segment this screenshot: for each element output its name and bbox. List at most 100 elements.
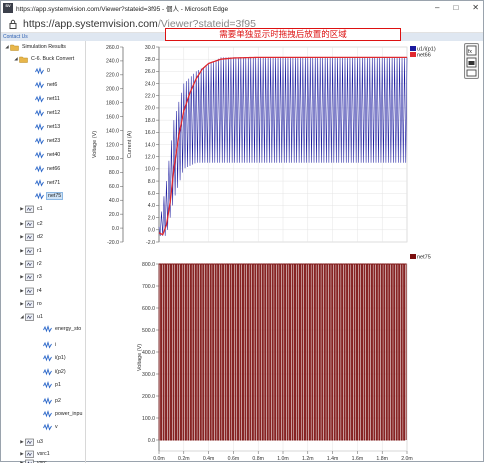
component-icon [25,247,34,255]
waveform-icon [35,123,44,131]
waveform-icon [35,137,44,145]
legend-label: net75 [417,255,431,261]
tree-signal-item[interactable]: i(p2) [37,366,66,377]
voltage-tick-label: 60.0 [109,184,119,190]
tree-component-item[interactable]: ▶r1 [19,245,42,256]
voltage-tick-label: 120.0 [106,142,119,148]
legend-swatch-darkred [410,254,416,259]
tree-net-item[interactable]: net13 [29,121,60,132]
voltage-axis-label: Voltage (V) [92,131,98,158]
tree-net-item[interactable]: net66 [29,163,60,174]
waveform-icon [43,397,52,405]
component-icon [25,273,34,281]
tree-signal-item[interactable]: p1 [37,379,61,390]
tree-root[interactable]: ◢Simulation Results [4,41,66,52]
legend-swatch-blue [410,46,416,51]
x-tick-label: 0.6m [228,456,240,462]
tree-component-item[interactable]: ▶r2 [19,258,42,269]
tree-item-label: i(p2) [55,369,66,375]
tree-item-label: r2 [37,261,42,267]
bottom-tick-label: 500.0 [142,328,155,334]
tree-component-item[interactable]: ▶u3 [19,436,43,447]
component-icon [25,233,34,241]
tree-item-label: r1 [37,248,42,254]
bottom-voltage-axis-label: Voltage (V) [137,344,143,371]
bottom-tick-label: 700.0 [142,284,155,290]
waveform-icon [43,341,52,349]
current-tick-label: 0.0 [148,228,155,234]
current-tick-label: 6.0 [148,191,155,197]
waveform-icon [43,325,52,333]
tree-net-item[interactable]: net11 [29,93,60,104]
net75-pulse-trace [159,264,406,440]
tree-item-label: p1 [55,382,61,388]
x-tick-label: 1.2m [302,456,314,462]
tree-net-item[interactable]: 0 [29,65,50,76]
tree-component-item[interactable]: ◢u1 [19,311,43,322]
current-tick-label: 28.0 [145,57,155,63]
tree-net-item[interactable]: net40 [29,149,60,160]
tree-component-item[interactable]: ▶c1 [19,203,43,214]
minimize-icon[interactable]: – [435,3,439,12]
tree-net-item[interactable]: net12 [29,107,60,118]
tree-net-item[interactable]: net71 [29,177,60,188]
tree-component-item[interactable]: ▶r4 [19,285,42,296]
component-icon [25,300,34,308]
voltage-tick-label: 0.0 [112,226,119,232]
waveform-icon [35,81,44,89]
tree-item-label: C-6. Buck Convert [31,56,74,62]
app-logo-icon: SV [3,3,13,13]
component-icon [25,459,34,463]
voltage-tick-label: -20.0 [107,240,119,246]
tree-component-item[interactable]: ▶d2 [19,231,43,242]
tree-item-label: r3 [37,274,42,280]
tree-signal-item[interactable]: p2 [37,395,61,406]
tree-item-label: net13 [47,124,60,130]
lock-icon [8,19,18,29]
tree-net-item[interactable]: net6 [29,79,57,90]
tree-item-label: 0 [47,68,50,74]
component-icon [25,287,34,295]
current-tick-label: 12.0 [145,154,155,160]
legend-swatch-red [410,52,416,57]
tree-net-item[interactable]: net75 [29,190,62,201]
tree-item-label: p2 [55,398,61,404]
waveform-icon [35,95,44,103]
current-tick-label: 14.0 [145,142,155,148]
current-tick-label: 16.0 [145,130,155,136]
current-tick-label: 18.0 [145,118,155,124]
tree-project[interactable]: ◢C-6. Buck Convert [13,53,74,64]
component-icon [25,438,34,446]
close-icon[interactable]: ✕ [472,3,479,12]
tree-signal-item[interactable]: v [37,421,58,432]
component-icon [25,313,34,321]
tree-item-label: v [55,424,58,430]
voltage-tick-label: 180.0 [106,101,119,107]
x-tick-label: 0.0m [153,456,165,462]
tree-signal-item[interactable]: i(p1) [37,352,66,363]
tree-component-item[interactable]: ▶c2 [19,218,43,229]
component-icon [25,205,34,213]
waveform-icon [43,423,52,431]
tree-component-item[interactable]: ▶r3 [19,271,42,282]
waveform-icon [35,192,44,200]
tree-signal-item[interactable]: power_inpu [37,408,82,419]
tree-net-item[interactable]: net23 [29,135,60,146]
tree-component-item[interactable]: ▶vsrc... [19,457,51,463]
tree-item-label: u3 [37,439,43,445]
tree-signal-item[interactable]: energy_sto [37,323,81,334]
maximize-icon[interactable]: □ [453,3,458,12]
tree-signal-item[interactable]: i [37,339,56,350]
legend-label: net66 [417,53,431,59]
tree-item-label: vsrc... [37,460,51,463]
current-tick-label: 22.0 [145,94,155,100]
x-tick-label: 0.2m [178,456,190,462]
tree-item-label: i [55,342,56,348]
tree-item-label: r4 [37,288,42,294]
tree-item-label: net23 [47,138,60,144]
tree-item-label: net11 [47,96,60,102]
tree-component-item[interactable]: ▶ro [19,298,42,309]
waveform-icon [43,354,52,362]
current-tick-label: 4.0 [148,203,155,209]
waveform-viewer[interactable]: -2.00.02.04.06.08.010.012.014.016.018.02… [86,41,483,463]
